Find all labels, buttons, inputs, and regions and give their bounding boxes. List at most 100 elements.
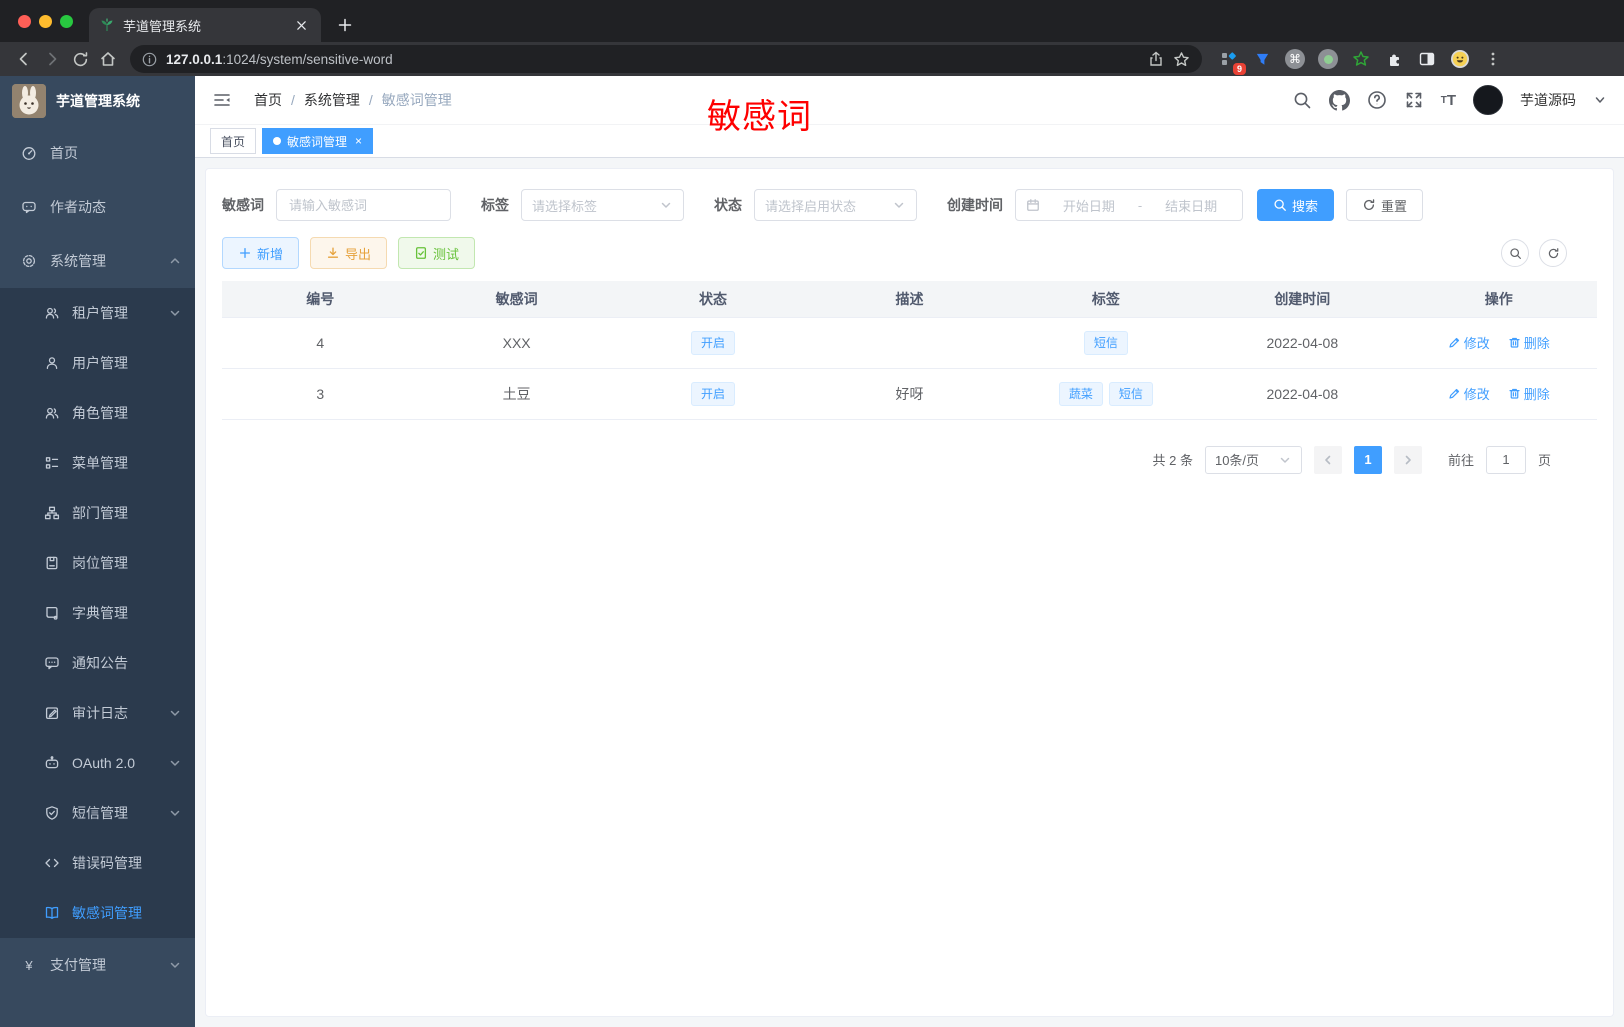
sidebar-item-sensitive-word[interactable]: 敏感词管理 xyxy=(0,888,195,938)
delete-link[interactable]: 删除 xyxy=(1508,384,1550,403)
show-search-button[interactable] xyxy=(1501,239,1529,267)
breadcrumb-current: 敏感词管理 xyxy=(381,92,452,108)
share-icon[interactable] xyxy=(1148,51,1164,67)
breadcrumb-section[interactable]: 系统管理 xyxy=(304,90,360,110)
user-avatar[interactable] xyxy=(1473,85,1503,115)
sidebar-item-home[interactable]: 首页 xyxy=(0,126,195,180)
zoom-window-button[interactable] xyxy=(60,15,73,28)
bookmark-star-icon[interactable] xyxy=(1173,51,1190,68)
help-icon[interactable] xyxy=(1367,90,1387,110)
search-icon xyxy=(1509,247,1521,259)
sidebar-item-sms[interactable]: 短信管理 xyxy=(0,788,195,838)
date-range-picker[interactable]: 开始日期 - 结束日期 xyxy=(1015,189,1243,221)
page-number-button[interactable]: 1 xyxy=(1353,445,1382,474)
tab-sensitive-word[interactable]: 敏感词管理 × xyxy=(262,128,374,154)
profile-avatar-icon[interactable] xyxy=(1447,46,1473,72)
refresh-table-button[interactable] xyxy=(1539,239,1567,267)
url-bar[interactable]: 127.0.0.1:1024/system/sensitive-word xyxy=(130,45,1202,73)
sidebar-item-dept[interactable]: 部门管理 xyxy=(0,488,195,538)
collapse-sidebar-icon[interactable] xyxy=(212,90,232,110)
search-button[interactable]: 搜索 xyxy=(1257,189,1335,221)
extension-record-icon[interactable] xyxy=(1315,46,1341,72)
prev-page-button[interactable] xyxy=(1313,445,1342,474)
chevron-down-icon xyxy=(170,310,180,316)
forward-icon[interactable] xyxy=(38,45,66,73)
close-window-button[interactable] xyxy=(18,15,31,28)
sidebar-item-user[interactable]: 用户管理 xyxy=(0,338,195,388)
chat-face-icon xyxy=(22,201,36,214)
date-end-placeholder: 结束日期 xyxy=(1165,198,1218,214)
fullscreen-icon[interactable] xyxy=(1404,90,1424,110)
home-icon[interactable] xyxy=(94,45,122,73)
close-tab-icon[interactable] xyxy=(291,15,311,35)
page-size-select[interactable]: 10条/页 xyxy=(1204,445,1302,474)
sidebar-item-label: 短信管理 xyxy=(72,805,128,821)
date-label: 创建时间 xyxy=(947,197,1003,213)
sidebar-item-oauth[interactable]: OAuth 2.0 xyxy=(0,738,195,788)
sidebar-item-notice[interactable]: 通知公告 xyxy=(0,638,195,688)
app-logo[interactable]: 芋道管理系统 xyxy=(0,76,195,126)
extension-grid-icon[interactable]: 9 xyxy=(1216,46,1246,75)
sidebar-item-role[interactable]: 角色管理 xyxy=(0,388,195,438)
breadcrumb-home[interactable]: 首页 xyxy=(254,90,282,110)
font-size-icon[interactable]: TT xyxy=(1441,92,1456,109)
add-button[interactable]: 新增 xyxy=(222,237,300,269)
github-icon[interactable] xyxy=(1328,89,1350,111)
delete-link-label: 删除 xyxy=(1523,387,1550,402)
keyword-input[interactable] xyxy=(276,189,451,221)
tab-label: 敏感词管理 xyxy=(287,134,348,149)
column-header-description: 描述 xyxy=(811,281,1008,318)
site-info-icon[interactable] xyxy=(142,52,157,67)
tree-list-icon xyxy=(45,457,59,469)
goto-page-input[interactable] xyxy=(1485,445,1526,474)
sidebar-item-audit-log[interactable]: 审计日志 xyxy=(0,688,195,738)
reload-icon[interactable] xyxy=(66,45,94,73)
tag-select[interactable]: 请选择标签 xyxy=(521,189,684,221)
extensions-puzzle-icon[interactable] xyxy=(1381,46,1407,72)
sidebar-item-system[interactable]: 系统管理 xyxy=(0,234,195,288)
chevron-down-icon[interactable] xyxy=(1593,93,1607,107)
next-page-button[interactable] xyxy=(1393,445,1422,474)
back-icon[interactable] xyxy=(10,45,38,73)
cell-id: 4 xyxy=(222,317,419,369)
sensitive-word-table: 编号 敏感词 状态 描述 标签 创建时间 操作 4 XXX 开启 短信 2022… xyxy=(222,281,1597,420)
edit-link[interactable]: 修改 xyxy=(1448,333,1490,352)
code-icon xyxy=(45,858,59,868)
tab-home[interactable]: 首页 xyxy=(210,128,257,154)
sidebar-item-dict[interactable]: 字典管理 xyxy=(0,588,195,638)
minimize-window-button[interactable] xyxy=(39,15,52,28)
app-header: 首页 / 系统管理 / 敏感词管理 TT 芋道源码 xyxy=(195,76,1624,125)
extension-star-icon[interactable] xyxy=(1348,46,1374,72)
search-icon[interactable] xyxy=(1292,90,1312,110)
cell-tags: 蔬菜 短信 xyxy=(1007,368,1205,420)
red-annotation-text: 敏感词 xyxy=(707,98,812,136)
side-panel-icon[interactable] xyxy=(1414,46,1440,72)
column-header-tags: 标签 xyxy=(1007,281,1205,318)
export-button[interactable]: 导出 xyxy=(310,237,388,269)
new-tab-icon[interactable] xyxy=(335,15,355,35)
browser-menu-icon[interactable] xyxy=(1480,46,1506,72)
calendar-icon xyxy=(1027,199,1039,211)
edit-link[interactable]: 修改 xyxy=(1448,384,1490,403)
browser-tab[interactable]: 芋道管理系统 xyxy=(89,8,321,42)
status-label: 状态 xyxy=(714,197,742,213)
delete-link[interactable]: 删除 xyxy=(1508,333,1550,352)
trash-icon xyxy=(1509,388,1520,399)
extension-funnel-icon[interactable] xyxy=(1249,46,1275,72)
username[interactable]: 芋道源码 xyxy=(1520,90,1576,110)
open-book-icon xyxy=(45,906,59,919)
sidebar-item-error-code[interactable]: 错误码管理 xyxy=(0,838,195,888)
sidebar-item-post[interactable]: 岗位管理 xyxy=(0,538,195,588)
reset-button-label: 重置 xyxy=(1381,198,1408,214)
extension-command-icon[interactable]: ⌘ xyxy=(1282,46,1308,72)
reset-button[interactable]: 重置 xyxy=(1346,189,1424,221)
sidebar-item-author-news[interactable]: 作者动态 xyxy=(0,180,195,234)
sidebar-item-menu[interactable]: 菜单管理 xyxy=(0,438,195,488)
sidebar-item-tenant[interactable]: 租户管理 xyxy=(0,288,195,338)
test-button[interactable]: 测试 xyxy=(398,237,476,269)
edit-log-icon xyxy=(45,707,59,720)
close-tab-icon[interactable]: × xyxy=(355,134,362,148)
date-start-placeholder: 开始日期 xyxy=(1062,198,1115,214)
sidebar-item-pay[interactable]: ¥ 支付管理 xyxy=(0,938,195,992)
status-select[interactable]: 请选择启用状态 xyxy=(754,189,917,221)
